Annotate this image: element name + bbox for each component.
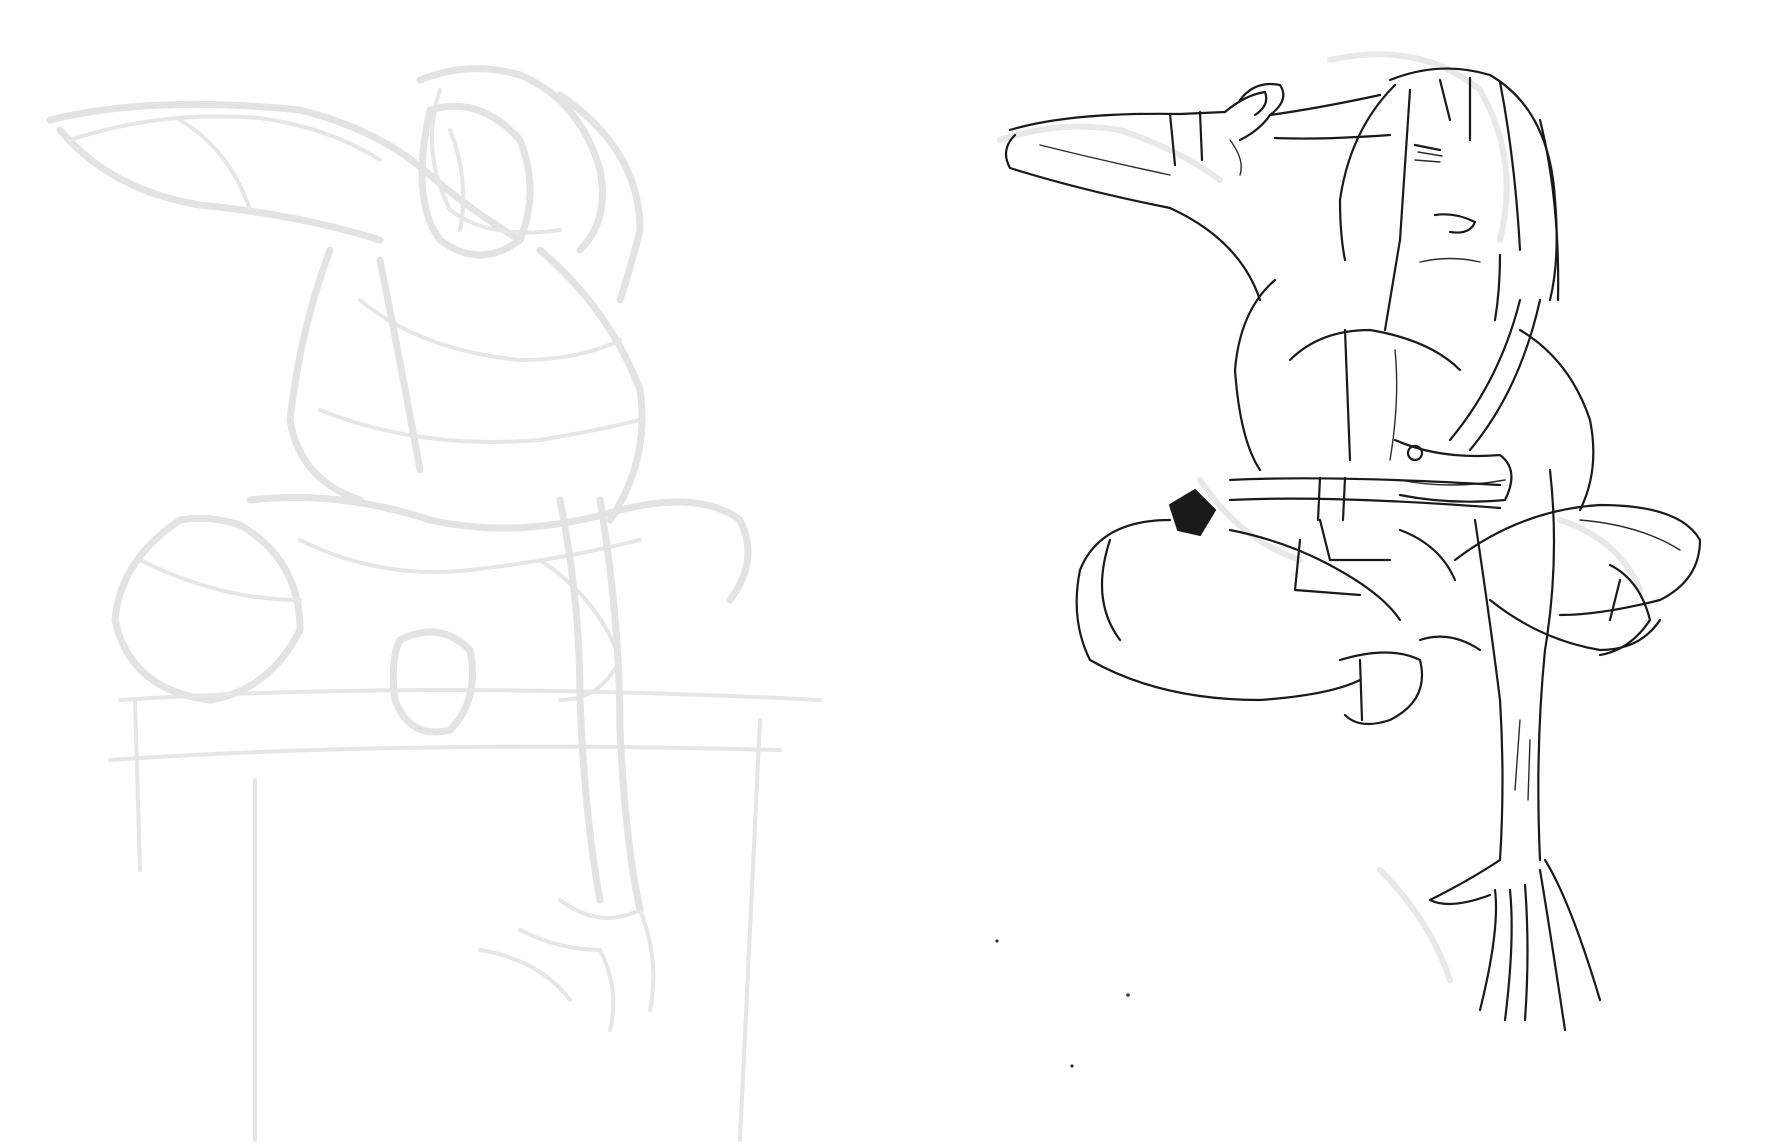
canvas-svg xyxy=(46,51,1702,1142)
rough-gesture-sketch xyxy=(46,65,822,1142)
drawing-canvas[interactable] xyxy=(0,0,1769,1144)
lineart-sketch xyxy=(995,51,1702,1068)
